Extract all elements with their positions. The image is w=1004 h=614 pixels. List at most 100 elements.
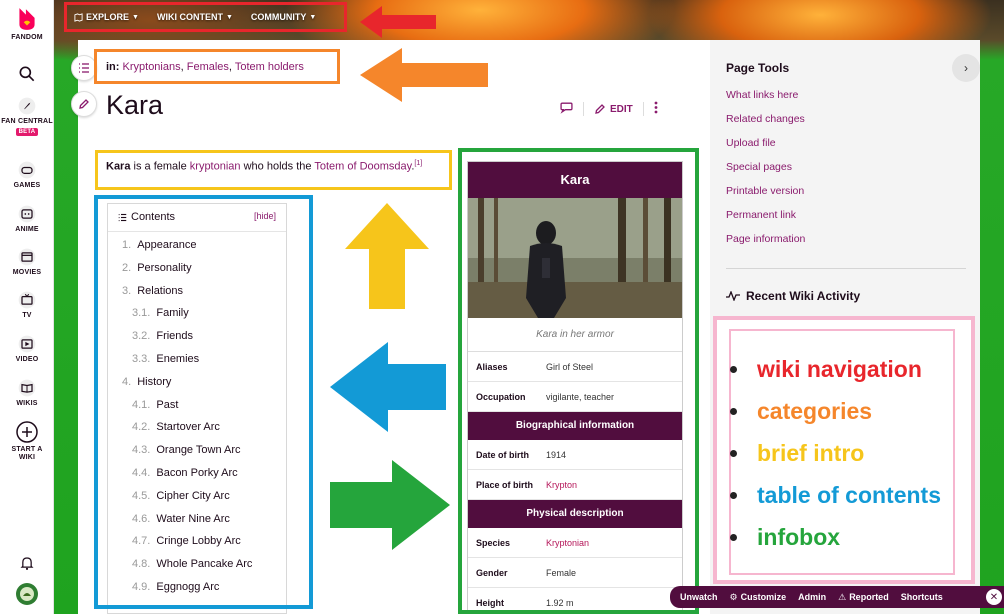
- rail-label: FAN CENTRAL: [1, 118, 53, 125]
- book-icon: [18, 379, 36, 397]
- search-button[interactable]: [0, 64, 54, 86]
- annotation-arrow-blue: [330, 342, 446, 432]
- fandom-logo[interactable]: FANDOM: [0, 6, 54, 42]
- speech-bubble-icon: [560, 102, 573, 114]
- avatar: [16, 583, 38, 605]
- edit-label: EDIT: [610, 103, 633, 115]
- legend-item-label: categories: [757, 398, 873, 424]
- bullet-icon: [730, 491, 737, 499]
- talk-button[interactable]: [560, 101, 573, 117]
- legend-list: wiki navigation categories brief intro tabl…: [724, 348, 941, 558]
- rail-item-tv[interactable]: TV: [0, 290, 54, 320]
- rail-item-video[interactable]: VIDEO: [0, 334, 54, 364]
- bullet-icon: [730, 365, 737, 373]
- rail-item-start-wiki[interactable]: START A WIKI: [0, 420, 54, 462]
- search-icon: [19, 66, 35, 82]
- movie-icon: [18, 248, 36, 266]
- video-icon: [18, 335, 36, 353]
- annotation-box-toc: [94, 195, 313, 609]
- warning-icon: ⚠: [838, 591, 847, 602]
- notifications-button[interactable]: [0, 553, 54, 575]
- toolbar-close-button[interactable]: ✕: [986, 589, 1002, 605]
- anime-icon: [18, 205, 36, 223]
- page-tool-link[interactable]: Special pages: [726, 161, 792, 173]
- legend-item: table of contents: [724, 474, 941, 516]
- page-tool-link[interactable]: Related changes: [726, 113, 805, 125]
- divider: [583, 102, 584, 116]
- rail-label: ANIME: [15, 226, 39, 233]
- gear-icon: ⚙: [729, 591, 738, 602]
- close-icon: ✕: [989, 591, 999, 603]
- page-tool-link[interactable]: Permanent link: [726, 209, 796, 221]
- global-nav-rail: FANDOM FAN CENTRAL BETA GAMES ANIME MOVI…: [0, 0, 54, 614]
- toolbar-admin[interactable]: Admin: [798, 592, 826, 602]
- tv-icon: [18, 291, 36, 309]
- user-avatar[interactable]: [0, 582, 54, 608]
- pencil-icon: [595, 104, 605, 114]
- bullet-icon: [730, 533, 737, 541]
- toolbar-unwatch[interactable]: Unwatch: [680, 592, 718, 602]
- page-tool-link[interactable]: Page information: [726, 233, 805, 245]
- rail-label: WIKIS: [16, 400, 38, 407]
- legend-item: categories: [724, 390, 941, 432]
- page-tools-title: Page Tools: [726, 61, 790, 75]
- legend-item-label: brief intro: [757, 440, 865, 466]
- chevron-right-icon: ›: [964, 61, 968, 75]
- rail-item-fan-central[interactable]: FAN CENTRAL BETA: [0, 96, 54, 136]
- divider: [642, 102, 644, 116]
- beta-badge: BETA: [15, 128, 39, 136]
- legend-item-label: table of contents: [757, 482, 942, 508]
- bullet-icon: [730, 449, 737, 457]
- rail-label: GAMES: [13, 182, 41, 189]
- page-tool-link[interactable]: What links here: [726, 89, 798, 101]
- toolbar-reported-label: Reported: [849, 592, 889, 602]
- edit-button[interactable]: EDIT: [594, 103, 633, 115]
- bullet-icon: [730, 407, 737, 415]
- legend-item-label: infobox: [757, 524, 841, 550]
- legend-item: brief intro: [724, 432, 941, 474]
- bell-icon: [20, 557, 34, 570]
- list-icon: [79, 63, 89, 73]
- rocket-icon: [18, 97, 36, 115]
- community-toolbar: Unwatch ⚙ Customize Admin ⚠ Reported Short…: [670, 586, 1004, 608]
- annotation-arrow-red: [360, 6, 436, 38]
- kebab-menu-icon: [654, 101, 658, 114]
- rail-item-movies[interactable]: MOVIES: [0, 247, 54, 277]
- gamepad-icon: [18, 161, 36, 179]
- divider: [726, 268, 966, 269]
- annotation-box-categories: [94, 49, 340, 84]
- pencil-icon: [79, 99, 89, 109]
- rail-item-wikis[interactable]: WIKIS: [0, 378, 54, 408]
- legend-item-label: wiki navigation: [757, 356, 922, 382]
- recent-activity-heading: Recent Wiki Activity: [726, 289, 860, 303]
- activity-icon: [726, 291, 740, 301]
- edit-side-button[interactable]: [71, 91, 97, 117]
- toolbar-customize-label: Customize: [740, 592, 787, 602]
- annotation-box-infobox: [458, 148, 699, 614]
- rail-label: MOVIES: [12, 269, 42, 276]
- rail-label: TV: [22, 312, 32, 319]
- page-title: Kara: [106, 90, 164, 120]
- page-tool-link[interactable]: Upload file: [726, 137, 776, 149]
- annotation-arrow-orange: [360, 48, 488, 102]
- rail-label: VIDEO: [15, 356, 39, 363]
- collapse-right-rail-button[interactable]: ›: [952, 54, 980, 82]
- page-tool-link[interactable]: Printable version: [726, 185, 804, 197]
- rail-item-anime[interactable]: ANIME: [0, 204, 54, 234]
- annotation-arrow-yellow: [345, 203, 429, 309]
- toolbar-shortcuts[interactable]: Shortcuts: [901, 592, 943, 602]
- legend-item: wiki navigation: [724, 348, 941, 390]
- recent-activity-title: Recent Wiki Activity: [746, 289, 861, 303]
- rail-item-games[interactable]: GAMES: [0, 160, 54, 190]
- annotation-box-intro: [95, 150, 452, 190]
- more-actions-button[interactable]: [654, 101, 658, 117]
- legend-item: infobox: [724, 516, 941, 558]
- annotation-box-nav: [64, 2, 347, 32]
- rail-label: START A WIKI: [11, 446, 43, 461]
- toolbar-reported[interactable]: ⚠ Reported: [838, 592, 889, 603]
- plus-circle-icon: [16, 421, 38, 443]
- fandom-wordmark: FANDOM: [11, 34, 43, 41]
- annotation-arrow-green: [330, 460, 450, 550]
- toolbar-customize[interactable]: ⚙ Customize: [730, 592, 787, 603]
- fandom-logo-icon: [19, 8, 35, 30]
